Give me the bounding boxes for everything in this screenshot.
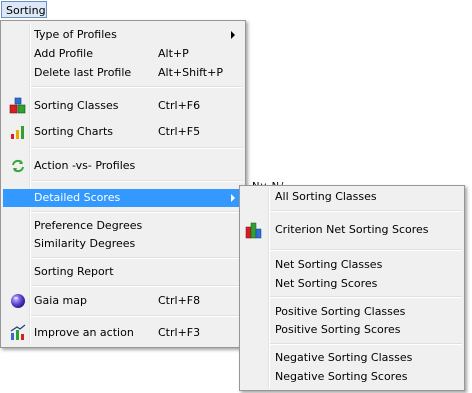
menu-item-label: Net Sorting Scores	[275, 277, 378, 290]
colored-cubes-icon	[9, 97, 27, 115]
menu-item-preference-degrees[interactable]: Preference Degrees	[3, 217, 243, 235]
menu-item-label: Sorting Classes	[34, 99, 119, 112]
menu-item-negative-sorting-scores[interactable]: Negative Sorting Scores	[242, 368, 462, 386]
menu-item-shortcut: Ctrl+F6	[158, 99, 201, 112]
menu-separator	[31, 86, 243, 88]
menu-item-label: All Sorting Classes	[275, 190, 377, 203]
menu-item-shortcut: Alt+P	[158, 47, 189, 60]
purple-globe-icon	[9, 292, 27, 310]
menu-item-positive-sorting-classes[interactable]: Positive Sorting Classes	[242, 303, 462, 321]
green-refresh-arrows-icon	[9, 157, 27, 175]
menu-item-shortcut: Ctrl+F5	[158, 125, 201, 138]
menu-separator	[270, 249, 462, 251]
menu-separator	[270, 343, 462, 345]
menu-item-shortcut: Alt+Shift+P	[158, 66, 223, 79]
menu-item-action-vs-profiles[interactable]: Action -vs- Profiles	[3, 157, 243, 175]
menu-item-similarity-degrees[interactable]: Similarity Degrees	[3, 235, 243, 253]
menu-item-shortcut: Ctrl+F8	[158, 294, 201, 307]
submenu-arrow-icon	[231, 31, 235, 39]
menu-item-label: Negative Sorting Scores	[275, 370, 408, 383]
menu-separator	[270, 210, 462, 212]
menu-item-delete-last-profile[interactable]: Delete last Profile Alt+Shift+P	[3, 64, 243, 82]
menu-separator	[270, 296, 462, 298]
menu-item-sorting-charts[interactable]: Sorting Charts Ctrl+F5	[3, 123, 243, 141]
submenu-arrow-icon	[231, 194, 235, 202]
menu-separator	[31, 285, 243, 287]
menu-item-sorting-report[interactable]: Sorting Report	[3, 263, 243, 281]
menu-sorting[interactable]: Sorting	[1, 1, 47, 18]
colored-bars-icon	[245, 221, 263, 239]
menu-item-label: Detailed Scores	[34, 191, 121, 204]
menu-separator	[31, 257, 243, 259]
menu-item-label: Improve an action	[34, 326, 134, 339]
menu-item-label: Gaia map	[34, 294, 87, 307]
detailed-scores-submenu: All Sorting Classes Criterion Net Sortin…	[239, 185, 465, 391]
menu-item-sorting-classes[interactable]: Sorting Classes Ctrl+F6	[3, 97, 243, 115]
improve-chart-icon	[9, 324, 27, 342]
menu-item-label: Sorting Charts	[34, 125, 114, 138]
menu-item-label: Sorting Report	[34, 265, 114, 278]
menu-item-improve-an-action[interactable]: Improve an action Ctrl+F3	[3, 324, 243, 342]
menu-item-label: Add Profile	[34, 47, 93, 60]
menu-item-type-of-profiles[interactable]: Type of Profiles	[3, 26, 243, 44]
menu-item-negative-sorting-classes[interactable]: Negative Sorting Classes	[242, 349, 462, 367]
menu-item-label: Negative Sorting Classes	[275, 351, 413, 364]
menu-item-label: Positive Sorting Classes	[275, 305, 406, 318]
bar-chart-icon	[9, 123, 27, 141]
menu-item-gaia-map[interactable]: Gaia map Ctrl+F8	[3, 292, 243, 310]
menu-item-criterion-net-sorting-scores[interactable]: Criterion Net Sorting Scores	[242, 221, 462, 239]
menu-item-positive-sorting-scores[interactable]: Positive Sorting Scores	[242, 321, 462, 339]
menu-bar: Sorting	[0, 0, 472, 20]
menu-separator	[31, 315, 243, 317]
menu-item-label: Delete last Profile	[34, 66, 132, 79]
menu-item-label: Type of Profiles	[34, 28, 117, 41]
menu-item-label: Preference Degrees	[34, 219, 143, 232]
menu-item-label: Positive Sorting Scores	[275, 323, 401, 336]
menu-item-label: Similarity Degrees	[34, 237, 136, 250]
menu-item-all-sorting-classes[interactable]: All Sorting Classes	[242, 188, 462, 206]
menu-separator	[31, 180, 243, 182]
menu-item-shortcut: Ctrl+F3	[158, 326, 201, 339]
sorting-menu: Type of Profiles Add Profile Alt+P Delet…	[0, 20, 246, 348]
menu-item-net-sorting-classes[interactable]: Net Sorting Classes	[242, 256, 462, 274]
menu-item-net-sorting-scores[interactable]: Net Sorting Scores	[242, 275, 462, 293]
menu-separator	[31, 211, 243, 213]
menu-item-label: Criterion Net Sorting Scores	[275, 223, 429, 236]
menu-item-label: Action -vs- Profiles	[34, 159, 136, 172]
menu-item-detailed-scores[interactable]: Detailed Scores	[3, 189, 243, 207]
menu-item-add-profile[interactable]: Add Profile Alt+P	[3, 45, 243, 63]
menu-separator	[31, 147, 243, 149]
menu-item-label: Net Sorting Classes	[275, 258, 383, 271]
